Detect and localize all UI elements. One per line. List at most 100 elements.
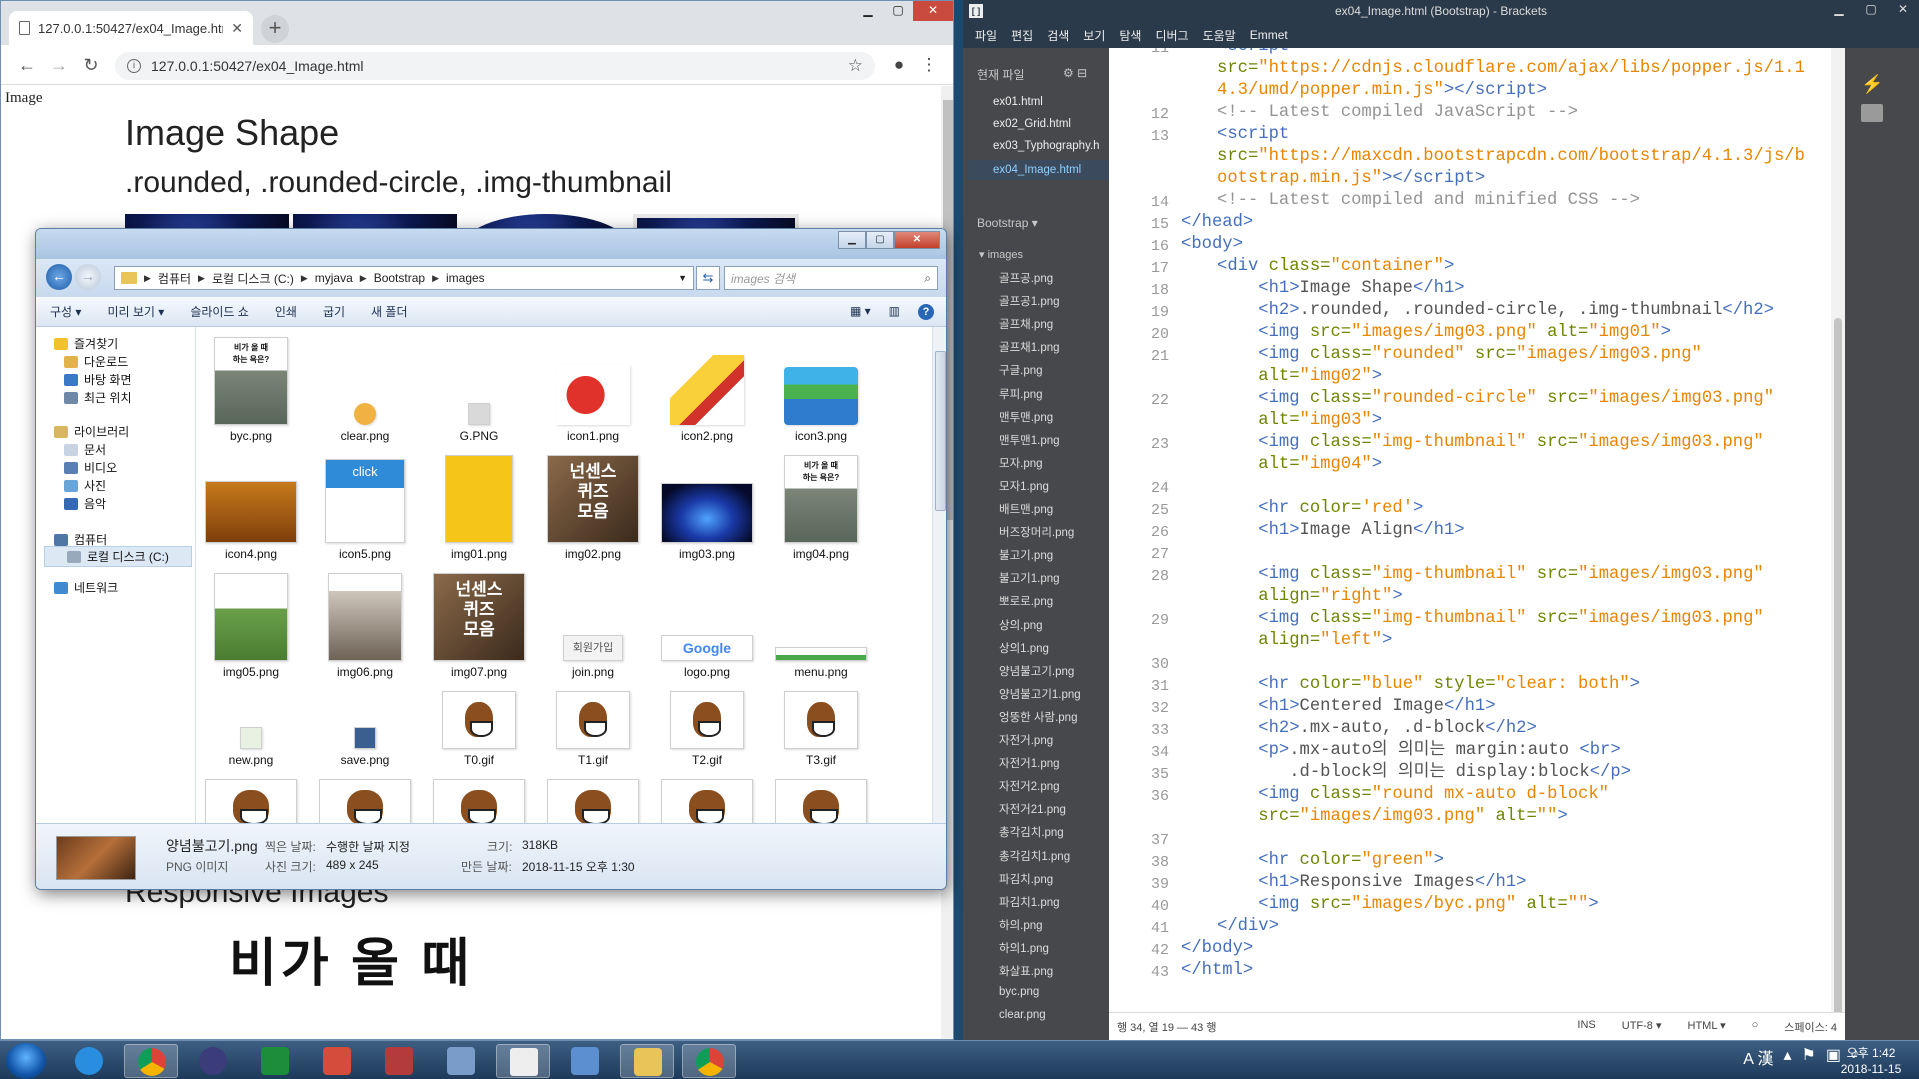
tree-file[interactable]: 맨투맨1.png — [999, 432, 1060, 448]
taskbar-app[interactable] — [372, 1044, 426, 1078]
tree-file[interactable]: 모자.png — [999, 455, 1043, 471]
dropdown-icon[interactable]: ▼ — [678, 273, 687, 283]
tree-file[interactable]: 뽀로로.png — [999, 593, 1053, 609]
taskbar-app[interactable] — [434, 1044, 488, 1078]
explorer-breadcrumb[interactable]: ▶ 컴퓨터 ▶ 로컬 디스크 (C:) ▶ myjava ▶ Bootstrap… — [114, 266, 694, 290]
tree-file[interactable]: 양념불고기.png — [999, 663, 1074, 679]
ime-indicator[interactable]: A 漢 — [1743, 1045, 1773, 1069]
nav-network[interactable]: 네트워크 — [54, 579, 118, 596]
nav-documents[interactable]: 문서 — [64, 441, 106, 458]
info-icon[interactable]: i — [127, 59, 141, 73]
tree-file[interactable]: 자전거2.png — [999, 778, 1060, 794]
file-item[interactable]: save.png — [310, 691, 420, 767]
menu-emmet[interactable]: Emmet — [1250, 28, 1288, 42]
settings-gear-icon[interactable]: ⚙ ⊟ — [1063, 66, 1087, 80]
file-item[interactable] — [538, 779, 648, 823]
burn-button[interactable]: 굽기 — [323, 303, 345, 320]
tree-file[interactable]: 자전거1.png — [999, 755, 1060, 771]
file-item[interactable]: T0.gif — [424, 691, 534, 767]
taskbar-explorer[interactable] — [620, 1044, 674, 1078]
explorer-search-input[interactable]: images 검색 ⌕ — [724, 266, 938, 290]
live-preview-icon[interactable]: ⚡ — [1861, 74, 1885, 94]
slideshow-button[interactable]: 슬라이드 쇼 — [190, 303, 249, 320]
close-window-button[interactable]: ✕ — [913, 1, 953, 21]
menu-dots-icon[interactable]: ⋮ — [917, 53, 941, 77]
tray-arrow-icon[interactable]: ▴ — [1784, 1045, 1792, 1069]
view-options-icon[interactable]: ▦ ▾ — [850, 304, 871, 320]
taskbar-ie[interactable] — [62, 1044, 116, 1078]
working-file[interactable]: ex02_Grid.html — [993, 118, 1071, 130]
file-item[interactable]: img05.png — [196, 573, 306, 679]
menu-file[interactable]: 파일 — [975, 27, 997, 44]
file-item[interactable]: T1.gif — [538, 691, 648, 767]
tree-file[interactable]: 총각김치1.png — [999, 848, 1070, 864]
explorer-maximize-button[interactable]: ▢ — [866, 231, 894, 249]
file-item[interactable] — [766, 779, 876, 823]
explorer-scrollbar[interactable] — [932, 327, 946, 823]
tree-file[interactable]: 불고기.png — [999, 547, 1053, 563]
working-file-active[interactable]: ex04_Image.html — [967, 160, 1109, 180]
tree-file[interactable]: 총각김치.png — [999, 824, 1064, 840]
taskbar-app[interactable] — [310, 1044, 364, 1078]
indent-setting[interactable]: 스페이스: 4 — [1784, 1019, 1837, 1035]
explorer-refresh-icon[interactable]: ⇆ — [696, 266, 720, 290]
taskbar-brackets[interactable] — [496, 1044, 550, 1078]
explorer-minimize-button[interactable]: ▁ — [838, 231, 866, 249]
editor-scroll-thumb[interactable] — [1834, 318, 1842, 1018]
close-tab-icon[interactable]: ✕ — [231, 20, 243, 37]
print-button[interactable]: 인쇄 — [275, 303, 297, 320]
file-item[interactable]: 넌센스 퀴즈 모음 img02.png — [538, 455, 648, 561]
nav-desktop[interactable]: 바탕 화면 — [64, 371, 132, 388]
file-item[interactable]: icon4.png — [196, 455, 306, 561]
taskbar-chrome-2[interactable] — [682, 1044, 736, 1078]
back-icon[interactable]: ← — [15, 53, 39, 77]
file-item[interactable] — [652, 779, 762, 823]
file-item[interactable]: icon2.png — [652, 337, 762, 443]
preview-button[interactable]: 미리 보기 ▾ — [107, 303, 164, 320]
forward-icon[interactable]: → — [47, 53, 71, 77]
language-select[interactable]: HTML ▾ — [1688, 1019, 1726, 1035]
tree-file[interactable]: byc.png — [999, 986, 1039, 998]
tree-file[interactable]: 구글.png — [999, 362, 1043, 378]
file-item[interactable]: new.png — [196, 691, 306, 767]
working-file[interactable]: ex03_Typhography.h — [993, 140, 1100, 152]
tree-file[interactable]: 골프공.png — [999, 270, 1053, 286]
tree-file[interactable]: 골프채.png — [999, 316, 1053, 332]
explorer-forward-icon[interactable]: → — [75, 264, 101, 290]
code-editor[interactable]: 11<scriptsrc="https://cdnjs.cloudflare.c… — [1109, 48, 1845, 1012]
reload-icon[interactable]: ↻ — [79, 53, 103, 77]
nav-libraries[interactable]: 라이브러리 — [54, 423, 129, 440]
file-item[interactable] — [196, 779, 306, 823]
file-item[interactable]: Google logo.png — [652, 573, 762, 679]
working-file[interactable]: ex01.html — [993, 96, 1043, 108]
file-item[interactable]: 비가 올 때 하는 욕은? byc.png — [196, 337, 306, 443]
new-tab-button[interactable]: + — [261, 15, 289, 43]
help-icon[interactable]: ? — [918, 303, 934, 320]
tree-file[interactable]: 루피.png — [999, 386, 1043, 402]
preview-pane-icon[interactable]: ▥ — [889, 304, 900, 320]
start-button[interactable] — [6, 1043, 46, 1079]
tree-file[interactable]: 모자1.png — [999, 478, 1049, 494]
breadcrumb-item[interactable]: 컴퓨터 — [158, 270, 191, 287]
encoding-select[interactable]: UTF-8 ▾ — [1622, 1019, 1662, 1035]
breadcrumb-item[interactable]: 로컬 디스크 (C:) — [212, 270, 294, 287]
minimize-button[interactable]: ▁ — [853, 1, 883, 21]
explorer-scroll-thumb[interactable] — [935, 351, 946, 511]
maximize-button[interactable]: ▢ — [883, 1, 913, 21]
tree-file[interactable]: 파김치.png — [999, 871, 1053, 887]
nav-local-disk[interactable]: 로컬 디스크 (C:) — [44, 546, 192, 567]
file-item[interactable] — [424, 779, 534, 823]
file-item[interactable]: 회원가입 join.png — [538, 573, 648, 679]
file-item[interactable]: img01.png — [424, 455, 534, 561]
new-folder-button[interactable]: 새 폴더 — [371, 303, 407, 320]
brackets-minimize-button[interactable]: ▁ — [1823, 0, 1855, 20]
tree-file[interactable]: clear.png — [999, 1009, 1046, 1021]
file-item[interactable]: icon3.png — [766, 337, 876, 443]
tree-file[interactable]: 배트맨.png — [999, 501, 1053, 517]
file-item[interactable] — [310, 779, 420, 823]
nav-pictures[interactable]: 사진 — [64, 477, 106, 494]
details-date-taken[interactable]: 수행한 날짜 지정 — [326, 838, 410, 855]
file-item[interactable]: img06.png — [310, 573, 420, 679]
file-item[interactable]: G.PNG — [424, 337, 534, 443]
tree-file[interactable]: 자전거.png — [999, 732, 1053, 748]
